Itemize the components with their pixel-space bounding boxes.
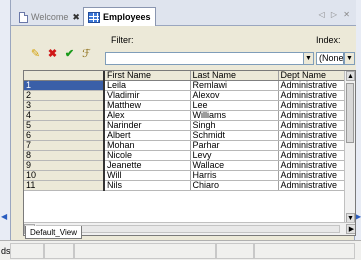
- row-number-cell[interactable]: 8: [24, 150, 105, 161]
- column-header-rownum[interactable]: [24, 71, 105, 81]
- dept-name-cell[interactable]: Administrative: [278, 80, 347, 91]
- status-cell: [74, 243, 216, 259]
- dept-name-cell[interactable]: Administrative: [278, 180, 347, 191]
- column-header-last-name[interactable]: Last Name: [190, 71, 279, 81]
- dept-name-cell[interactable]: Administrative: [278, 150, 347, 161]
- tab-label: Employees: [103, 12, 151, 22]
- first-name-cell[interactable]: Nils: [104, 180, 191, 191]
- last-name-cell[interactable]: Levy: [190, 150, 279, 161]
- vertical-scrollbar[interactable]: ▲ ▼: [344, 71, 355, 223]
- row-number-cell[interactable]: 10: [24, 170, 105, 181]
- filter-icon[interactable]: ℱ: [80, 48, 93, 61]
- grid-body: 1 Leila Remlawi Administrative 2 Vladimir Alex…: [24, 80, 347, 191]
- scroll-right-icon[interactable]: ▶: [346, 224, 355, 234]
- first-name-cell[interactable]: Narinder: [104, 120, 191, 131]
- status-cell: [216, 243, 254, 259]
- first-name-cell[interactable]: Matthew: [104, 100, 191, 111]
- last-name-cell[interactable]: Chiaro: [190, 180, 279, 191]
- dept-name-cell[interactable]: Administrative: [278, 170, 347, 181]
- status-cell: [254, 243, 355, 259]
- tab-default-view[interactable]: Default_View: [25, 226, 82, 239]
- table-row[interactable]: 11 Nils Chiaro Administrative: [24, 180, 347, 191]
- first-name-cell[interactable]: Mohan: [104, 140, 191, 151]
- delete-record-icon[interactable]: ✖: [46, 48, 59, 61]
- row-number-cell[interactable]: 2: [24, 90, 105, 101]
- row-number-cell[interactable]: 3: [24, 100, 105, 111]
- first-name-cell[interactable]: Alex: [104, 110, 191, 121]
- first-name-cell[interactable]: Albert: [104, 130, 191, 141]
- first-name-cell[interactable]: Jeanette: [104, 160, 191, 171]
- last-name-cell[interactable]: Remlawi: [190, 80, 279, 91]
- grid-header-row: First Name Last Name Dept Name: [24, 71, 347, 81]
- document-tab-bar: Welcome ✖ Employees ◁ ▷ ✕: [11, 0, 356, 26]
- last-name-cell[interactable]: Williams: [190, 110, 279, 121]
- add-record-icon[interactable]: ✎: [29, 48, 42, 61]
- status-bar: ds: [0, 240, 361, 260]
- dept-name-cell[interactable]: Administrative: [278, 100, 347, 111]
- table-row[interactable]: 7 Mohan Parhar Administrative: [24, 140, 347, 151]
- dept-name-cell[interactable]: Administrative: [278, 160, 347, 171]
- close-icon[interactable]: ✖: [72, 12, 80, 23]
- record-toolbar: ✎ ✖ ✔ ℱ: [29, 48, 93, 61]
- dock-arrow-icon[interactable]: ◀: [1, 212, 8, 222]
- table-row[interactable]: 8 Nicole Levy Administrative: [24, 150, 347, 161]
- dept-name-cell[interactable]: Administrative: [278, 120, 347, 131]
- tab-nav-arrows[interactable]: ◁ ▷ ✕: [319, 10, 352, 19]
- dept-name-cell[interactable]: Administrative: [278, 130, 347, 141]
- first-name-cell[interactable]: Will: [104, 170, 191, 181]
- dept-name-cell[interactable]: Administrative: [278, 90, 347, 101]
- first-name-cell[interactable]: Nicole: [104, 150, 191, 161]
- employees-grid: First Name Last Name Dept Name 1 Leila Rem…: [23, 70, 356, 236]
- filter-area: Filter: Index: ✎ ✖ ✔ ℱ ▼ (None) ▼: [11, 26, 356, 70]
- filter-label: Filter:: [111, 35, 134, 45]
- filter-dropdown-button[interactable]: ▼: [303, 52, 314, 65]
- table-row[interactable]: 3 Matthew Lee Administrative: [24, 100, 347, 111]
- first-name-cell[interactable]: Vladimir: [104, 90, 191, 101]
- table-row[interactable]: 2 Vladimir Alexov Administrative: [24, 90, 347, 101]
- tab-label: Welcome: [31, 12, 69, 22]
- status-cell: [10, 243, 44, 259]
- index-dropdown-button[interactable]: ▼: [344, 52, 355, 65]
- tab-employees[interactable]: Employees: [83, 7, 156, 26]
- row-number-cell[interactable]: 6: [24, 130, 105, 141]
- filter-input[interactable]: [105, 52, 305, 65]
- row-number-cell[interactable]: 11: [24, 180, 105, 191]
- index-select[interactable]: (None): [316, 52, 347, 65]
- column-header-first-name[interactable]: First Name: [104, 71, 191, 81]
- dept-name-cell[interactable]: Administrative: [278, 140, 347, 151]
- document-icon: [19, 11, 28, 23]
- last-name-cell[interactable]: Parhar: [190, 140, 279, 151]
- last-name-cell[interactable]: Harris: [190, 170, 279, 181]
- row-number-cell[interactable]: 7: [24, 140, 105, 151]
- left-dock-strip: ◀: [0, 0, 10, 260]
- table-row[interactable]: 1 Leila Remlawi Administrative: [24, 80, 347, 91]
- scroll-up-icon[interactable]: ▲: [346, 71, 355, 81]
- table-row[interactable]: 9 Jeanette Wallace Administrative: [24, 160, 347, 171]
- row-number-cell[interactable]: 1: [24, 80, 105, 91]
- employees-window: Welcome ✖ Employees ◁ ▷ ✕ Filter: Index:…: [10, 0, 356, 240]
- last-name-cell[interactable]: Wallace: [190, 160, 279, 171]
- save-record-icon[interactable]: ✔: [63, 48, 76, 61]
- table-row[interactable]: 10 Will Harris Administrative: [24, 170, 347, 181]
- status-cell: [44, 243, 74, 259]
- grid-table: First Name Last Name Dept Name 1 Leila Rem…: [24, 71, 347, 191]
- index-label: Index:: [316, 35, 341, 45]
- last-name-cell[interactable]: Singh: [190, 120, 279, 131]
- row-number-cell[interactable]: 4: [24, 110, 105, 121]
- column-header-dept-name[interactable]: Dept Name: [278, 71, 347, 81]
- table-icon: [88, 11, 100, 23]
- table-row[interactable]: 4 Alex Williams Administrative: [24, 110, 347, 121]
- scroll-thumb[interactable]: [346, 83, 354, 143]
- row-number-cell[interactable]: 5: [24, 120, 105, 131]
- table-row[interactable]: 5 Narinder Singh Administrative: [24, 120, 347, 131]
- first-name-cell[interactable]: Leila: [104, 80, 191, 91]
- tab-welcome[interactable]: Welcome ✖: [15, 8, 84, 26]
- last-name-cell[interactable]: Schmidt: [190, 130, 279, 141]
- dept-name-cell[interactable]: Administrative: [278, 110, 347, 121]
- last-name-cell[interactable]: Alexov: [190, 90, 279, 101]
- last-name-cell[interactable]: Lee: [190, 100, 279, 111]
- table-row[interactable]: 6 Albert Schmidt Administrative: [24, 130, 347, 141]
- row-number-cell[interactable]: 9: [24, 160, 105, 171]
